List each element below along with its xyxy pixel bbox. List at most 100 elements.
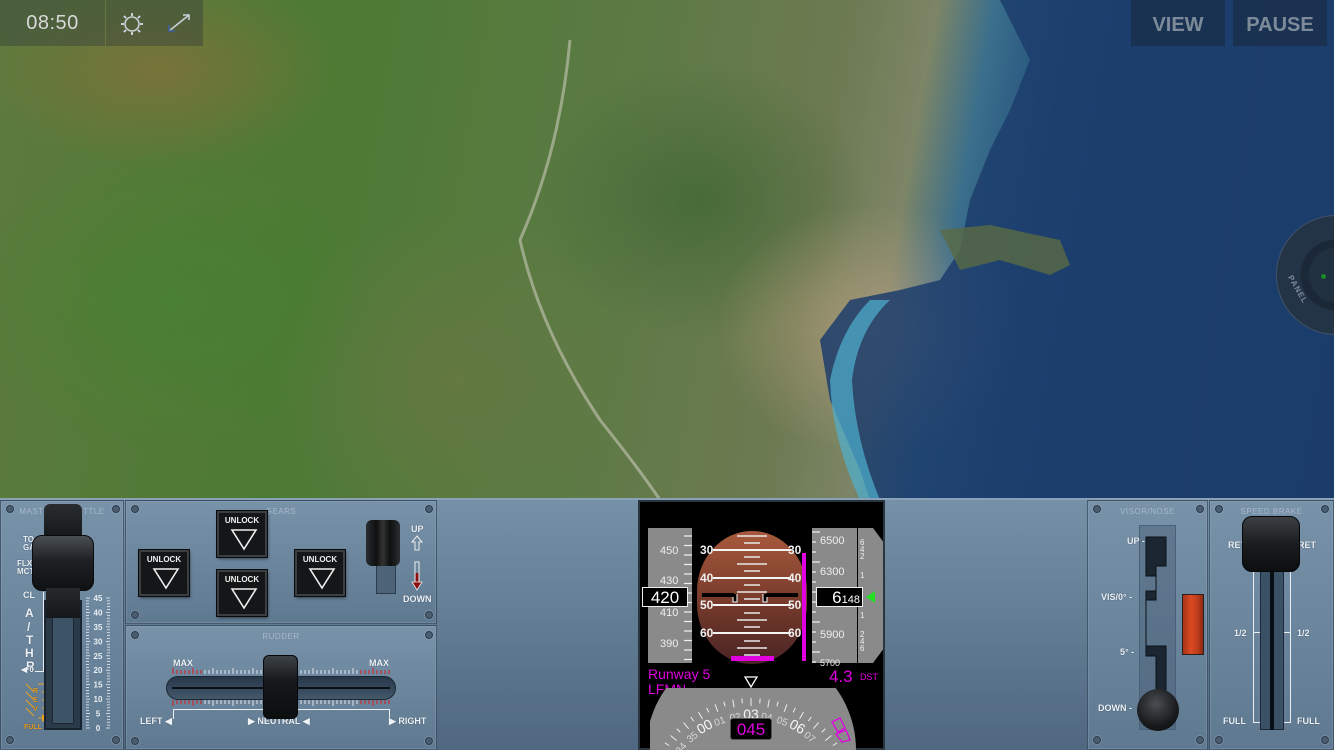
screw xyxy=(425,505,433,513)
gear-nose-top-unlock-button[interactable]: UNLOCK xyxy=(217,511,267,557)
vs-tick-label: 1 xyxy=(860,571,865,580)
left-text: LEFT xyxy=(140,716,163,726)
screw xyxy=(425,737,433,745)
down-triangle-icon xyxy=(308,568,336,590)
rudder-handle[interactable] xyxy=(263,655,298,719)
down-triangle-icon xyxy=(230,588,258,610)
throttle-handle-top[interactable] xyxy=(44,504,82,538)
screw xyxy=(112,736,120,744)
rudder-max-right-label: MAX xyxy=(369,658,389,668)
distance-unit: DST xyxy=(860,672,878,682)
visor-gate xyxy=(1145,536,1167,701)
pitch-label: 60 xyxy=(700,626,714,640)
gears-title: GEARS xyxy=(265,507,297,516)
screw xyxy=(1215,505,1223,513)
rev-letter: R xyxy=(33,688,39,695)
up-arrow-icon xyxy=(411,535,423,551)
visor-position-text: VIS/0° xyxy=(1101,592,1127,602)
distance-value: 4.3 xyxy=(829,667,853,686)
rev-letter: V xyxy=(33,706,38,713)
throttle-handle[interactable] xyxy=(32,535,94,591)
throttle-scale-label: 10 xyxy=(94,695,103,704)
altitude-major: 6 xyxy=(832,588,842,607)
vs-tick-label: 6 xyxy=(860,644,865,653)
screw xyxy=(1215,736,1223,744)
speed-brake-half-tick xyxy=(1283,632,1291,633)
down-arrow-icon xyxy=(411,561,423,591)
throttle-scale-label: 35 xyxy=(94,623,103,632)
visor-5deg-label: 5° - xyxy=(1120,647,1135,657)
expand-arrows-icon[interactable] xyxy=(166,12,192,34)
throttle-scale-label: 40 xyxy=(94,608,103,617)
speed-brake-ret-right-label: RET xyxy=(1298,540,1316,550)
speed-tick-label: 450 xyxy=(660,545,679,557)
throttle-scale-label: 0 xyxy=(96,724,101,732)
terrain-view xyxy=(0,0,1334,500)
visor-down-label: DOWN - xyxy=(1098,703,1132,713)
unlock-label: UNLOCK xyxy=(224,575,260,584)
athr-range-line xyxy=(35,592,44,672)
rudder-max-left-label: MAX xyxy=(173,658,193,668)
visor-position-text: 5° xyxy=(1120,647,1129,657)
screw xyxy=(1321,736,1329,744)
screw xyxy=(6,736,14,744)
speed-brake-half-right-label: 1/2 xyxy=(1297,628,1310,638)
altitude-tick-label: 6300 xyxy=(820,566,845,578)
athr-letter: H xyxy=(25,646,34,660)
view-button[interactable]: VIEW xyxy=(1131,0,1225,46)
throttle-scale-svg: 45 40 35 30 25 20 15 10 5 0 xyxy=(86,594,110,733)
screw xyxy=(1321,505,1329,513)
throttle-scale-label: 5 xyxy=(96,710,101,719)
speed-tick-label: 410 xyxy=(660,607,679,619)
gear-right-unlock-button[interactable]: UNLOCK xyxy=(295,550,345,596)
heading-pointer-icon xyxy=(743,676,759,688)
altitude-readout: 6148 xyxy=(816,587,863,607)
screw xyxy=(425,631,433,639)
throttle-scale-label: 20 xyxy=(94,666,103,675)
cl-label: CL xyxy=(23,590,35,600)
full-reverse-label: FULL xyxy=(24,724,42,731)
throttle-track-slot xyxy=(52,612,74,724)
screw xyxy=(131,611,139,619)
pitch-label: 30 xyxy=(700,543,714,557)
visor-position-text: DOWN xyxy=(1098,703,1127,713)
throttle-handle-stem[interactable] xyxy=(46,588,80,618)
unlock-label: UNLOCK xyxy=(146,555,182,564)
speed-brake-scale-right xyxy=(1283,570,1291,723)
athr-letter: A xyxy=(25,606,34,620)
pause-button[interactable]: PAUSE xyxy=(1233,0,1327,46)
speed-brake-half-left-label: 1/2 xyxy=(1234,628,1247,638)
visor-handle[interactable] xyxy=(1137,689,1179,731)
screw xyxy=(1093,736,1101,744)
vs-tick-label: 1 xyxy=(860,611,865,620)
gear-icon[interactable] xyxy=(120,12,144,36)
right-text: RIGHT xyxy=(398,716,427,726)
gear-up-label: UP xyxy=(411,524,424,534)
gear-down-label: DOWN xyxy=(403,594,432,604)
altitude-tick-label: 5900 xyxy=(820,629,845,641)
screw xyxy=(1196,505,1204,513)
visor-up-label: UP - xyxy=(1127,536,1145,546)
down-triangle-icon xyxy=(152,568,180,590)
visor-warning-indicator xyxy=(1182,594,1204,655)
speed-brake-handle[interactable] xyxy=(1242,516,1300,572)
zero-detent-label: ◀ 0 xyxy=(21,665,34,674)
screw xyxy=(6,505,14,513)
screw xyxy=(112,505,120,513)
screw xyxy=(131,505,139,513)
gear-lever[interactable] xyxy=(366,520,400,566)
screw xyxy=(131,631,139,639)
runway-label: Runway 5 xyxy=(648,666,711,682)
vertical-speed-pointer xyxy=(866,591,875,603)
throttle-scale-label: 30 xyxy=(94,637,103,646)
altitude-minor: 148 xyxy=(841,594,860,606)
panel-indicator-light xyxy=(1321,274,1326,279)
screw xyxy=(1093,505,1101,513)
screw xyxy=(131,737,139,745)
screw xyxy=(425,611,433,619)
unlock-label: UNLOCK xyxy=(302,555,338,564)
gear-nose-bottom-unlock-button[interactable]: UNLOCK xyxy=(217,570,267,616)
rudder-left-label: LEFT ◀ xyxy=(140,716,172,726)
throttle-scale-label: 25 xyxy=(94,652,103,661)
gear-left-unlock-button[interactable]: UNLOCK xyxy=(139,550,189,596)
